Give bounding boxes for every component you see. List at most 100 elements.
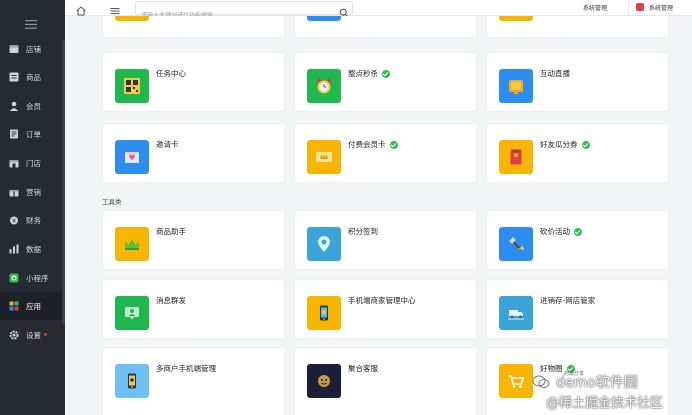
app-card-goods-assistant[interactable]: 商品助手 [102,210,285,270]
app-card-points-checkin[interactable]: 积分签到 [294,210,477,270]
verified-check-icon [389,140,398,149]
sidebar-collapse-icon[interactable] [24,20,38,30]
watermark-line-1: demo软件园 [556,375,638,391]
app-card-partial[interactable] [102,16,285,38]
sidebar: 店铺 商品 会员 订单 门店 营销 ¥ 财务 数据 小程序 应用 设置 [0,0,65,415]
app-card-invite-card[interactable]: 邀请卡 [102,123,285,183]
app-card-partial[interactable] [486,16,669,38]
app-card-title-text: 好友瓜分券 [540,140,578,149]
invite-card-icon [115,140,149,174]
app-icon-partial [307,16,341,21]
app-card-title: 互动直播 [540,68,570,79]
sidebar-item-store[interactable]: 店铺 [0,35,65,63]
inventory-truck-icon [499,296,533,330]
app-card-title-text: 付费会员卡 [348,140,386,149]
verified-check-icon [382,69,390,78]
app-card-title: 消息群发 [156,295,186,306]
watermark: 的源分享 demo软件园 @稀土掘金技术社区 [528,366,692,415]
home-icon[interactable] [75,2,87,16]
system-manage-icon [636,3,644,11]
menu-icon[interactable] [109,2,121,14]
app-card-title: 积分签到 [348,226,378,237]
goods-assistant-icon [115,227,149,261]
live-stream-icon [499,69,533,103]
gear-icon [9,330,19,340]
section-title-tools: 工具类 [102,198,122,206]
search-box [135,1,353,22]
app-card-title-text: 手机端商家管理中心 [348,296,416,305]
goods-icon [9,72,19,82]
app-card-title-text: 商品助手 [156,227,186,236]
app-card-title-text: 邀请卡 [156,140,179,149]
sidebar-item-label: 门店 [26,158,41,168]
sidebar-item-label: 订单 [26,129,41,139]
app-card-mobile-merchant-center[interactable]: 手机端商家管理中心 [294,279,477,339]
mobile-phone-icon [115,364,149,398]
apps-icon [9,301,19,311]
app-card-bargain[interactable]: 砍价活动 [486,210,669,270]
app-card-title: 进销存-网店管家 [540,295,595,306]
app-card-partial[interactable] [294,16,477,38]
message-broadcast-icon [115,296,149,330]
sidebar-item-member[interactable]: 会员 [0,92,65,120]
app-card-friend-coupon[interactable]: 好友瓜分券 [486,123,669,183]
app-card-live-stream[interactable]: 互动直播 [486,52,669,112]
app-card-message-broadcast[interactable]: 消息群发 [102,279,285,339]
app-card-title: 付费会员卡 [348,139,398,150]
chart-icon [9,244,19,254]
app-card-flash-sale[interactable]: 整点秒杀 [294,52,477,112]
sidebar-item-label: 财务 [26,215,41,225]
watermark-line-2: @稀土掘金技术社区 [546,396,664,411]
sidebar-item-miniprogram[interactable]: 小程序 [0,264,65,292]
sidebar-item-label: 营销 [26,187,41,197]
verified-check-icon [574,227,582,236]
app-card-task-center[interactable]: 任务中心 [102,52,285,112]
axe-icon [499,227,533,261]
app-card-title-text: 进销存-网店管家 [540,296,596,305]
app-card-title-text: 互动直播 [540,69,570,78]
app-card-paid-membership[interactable]: 付费会员卡 [294,123,477,183]
finance-icon: ¥ [9,215,19,225]
app-card-title: 任务中心 [156,68,186,79]
app-card-title: 手机端商家管理中心 [348,295,416,306]
sidebar-item-label: 数据 [26,244,41,254]
location-pin-icon [307,227,341,261]
app-card-aggregated-service[interactable]: 聚合客服 [294,347,477,415]
verified-check-icon [581,140,590,149]
app-card-title: 多商户手机端管理 [156,363,216,374]
app-card-title-text: 任务中心 [156,69,186,78]
order-icon [9,129,19,139]
wechat-logo-icon [532,374,550,388]
app-card-inventory-manager[interactable]: 进销存-网店管家 [486,279,669,339]
sidebar-item-finance[interactable]: ¥ 财务 [0,206,65,234]
sidebar-item-order[interactable]: 订单 [0,120,65,148]
member-icon [9,101,19,111]
sidebar-item-label: 应用 [26,301,41,311]
app-card-title-text: 聚合客服 [348,364,378,373]
alarm-clock-icon [307,69,341,103]
sidebar-item-shop[interactable]: 门店 [0,149,65,177]
app-card-title-text: 积分签到 [348,227,378,236]
sidebar-item-goods[interactable]: 商品 [0,63,65,91]
sidebar-item-settings[interactable]: 设置 [0,321,65,349]
customer-service-icon [307,364,341,398]
shop-icon [9,158,19,168]
sidebar-item-label: 商品 [26,72,41,82]
red-envelope-icon [499,140,533,174]
app-card-title: 商品助手 [156,226,186,237]
notification-dot [44,333,47,336]
app-card-title-text: 消息群发 [156,296,186,305]
sidebar-item-apps[interactable]: 应用 [0,292,65,320]
sidebar-item-data[interactable]: 数据 [0,235,65,263]
sidebar-item-label: 店铺 [26,44,41,54]
sidebar-item-label: 小程序 [26,273,49,283]
task-center-icon [115,69,149,103]
search-icon[interactable] [339,3,349,18]
system-manage-link-2[interactable]: 系统管理 [649,3,692,12]
svg-text:¥: ¥ [12,218,16,225]
sidebar-item-marketing[interactable]: 营销 [0,178,65,206]
system-manage-link[interactable]: 系统管理 [583,3,607,12]
app-card-multi-merchant-mobile[interactable]: 多商户手机端管理 [102,347,285,415]
topbar: 系统管理 系统管理 [65,0,692,22]
app-card-title: 好友瓜分券 [540,139,590,150]
